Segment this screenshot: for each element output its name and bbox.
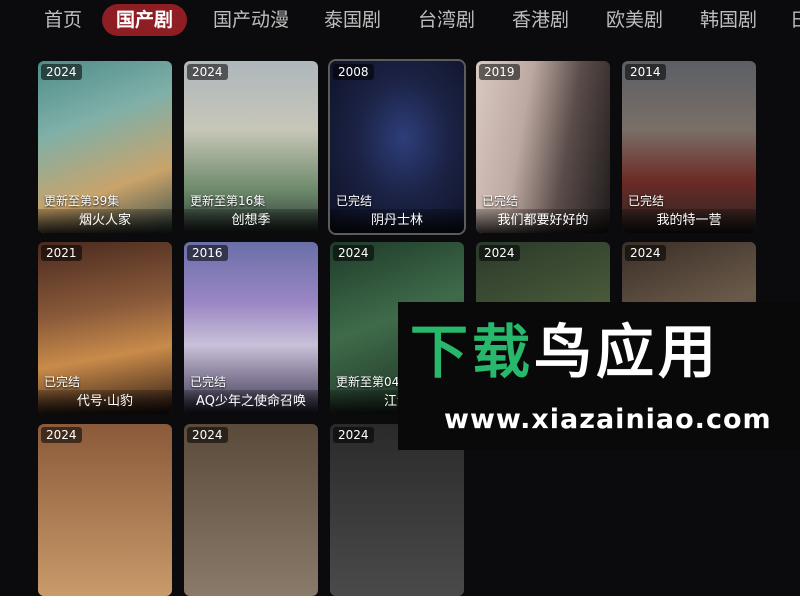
drama-title: 我的特一营 <box>622 209 756 233</box>
watermark: 下载鸟应用 www.xiazainiao.com <box>398 302 800 450</box>
year-badge: 2024 <box>41 427 82 443</box>
episode-status: 已完结 <box>44 375 81 389</box>
watermark-logo: 下载鸟应用 <box>410 312 790 392</box>
watermark-logo-part3: 应用 <box>596 318 721 386</box>
year-badge: 2024 <box>41 64 82 80</box>
year-badge: 2024 <box>333 245 374 261</box>
drama-title: 阴丹士林 <box>330 209 464 233</box>
drama-card[interactable]: 2016 已完结 AQ少年之使命召唤 <box>184 242 318 414</box>
year-badge: 2024 <box>479 245 520 261</box>
watermark-logo-part1: 下载 <box>410 318 535 386</box>
watermark-logo-part2: 鸟 <box>534 318 597 386</box>
episode-status: 已完结 <box>628 194 665 208</box>
drama-card[interactable]: 2019 已完结 我们都要好好的 <box>476 61 610 233</box>
watermark-url: www.xiazainiao.com <box>444 404 772 435</box>
year-badge: 2024 <box>625 245 666 261</box>
drama-title: 烟火人家 <box>38 209 172 233</box>
year-badge: 2014 <box>625 64 666 80</box>
episode-status: 已完结 <box>190 375 227 389</box>
year-badge: 2021 <box>41 245 82 261</box>
drama-title: 创想季 <box>184 209 318 233</box>
year-badge: 2016 <box>187 245 228 261</box>
episode-status: 已完结 <box>336 194 373 208</box>
episode-status: 更新至第39集 <box>44 194 120 208</box>
drama-card[interactable]: 2008 已完结 阴丹士林 <box>328 59 466 235</box>
year-badge: 2019 <box>479 64 520 80</box>
year-badge: 2024 <box>333 427 374 443</box>
episode-status: 更新至第16集 <box>190 194 266 208</box>
drama-card[interactable]: 2014 已完结 我的特一营 <box>622 61 756 233</box>
year-badge: 2024 <box>187 64 228 80</box>
drama-title: 我们都要好好的 <box>476 209 610 233</box>
episode-status: 更新至第04 <box>336 375 400 389</box>
year-badge: 2024 <box>187 427 228 443</box>
drama-card[interactable]: 2024 更新至第16集 创想季 <box>184 61 318 233</box>
year-badge: 2008 <box>333 64 374 80</box>
drama-title: AQ少年之使命召唤 <box>184 390 318 414</box>
drama-title: 代号·山豹 <box>38 390 172 414</box>
drama-card[interactable]: 2024 更新至第39集 烟火人家 <box>38 61 172 233</box>
drama-card[interactable]: 2021 已完结 代号·山豹 <box>38 242 172 414</box>
episode-status: 已完结 <box>482 194 519 208</box>
